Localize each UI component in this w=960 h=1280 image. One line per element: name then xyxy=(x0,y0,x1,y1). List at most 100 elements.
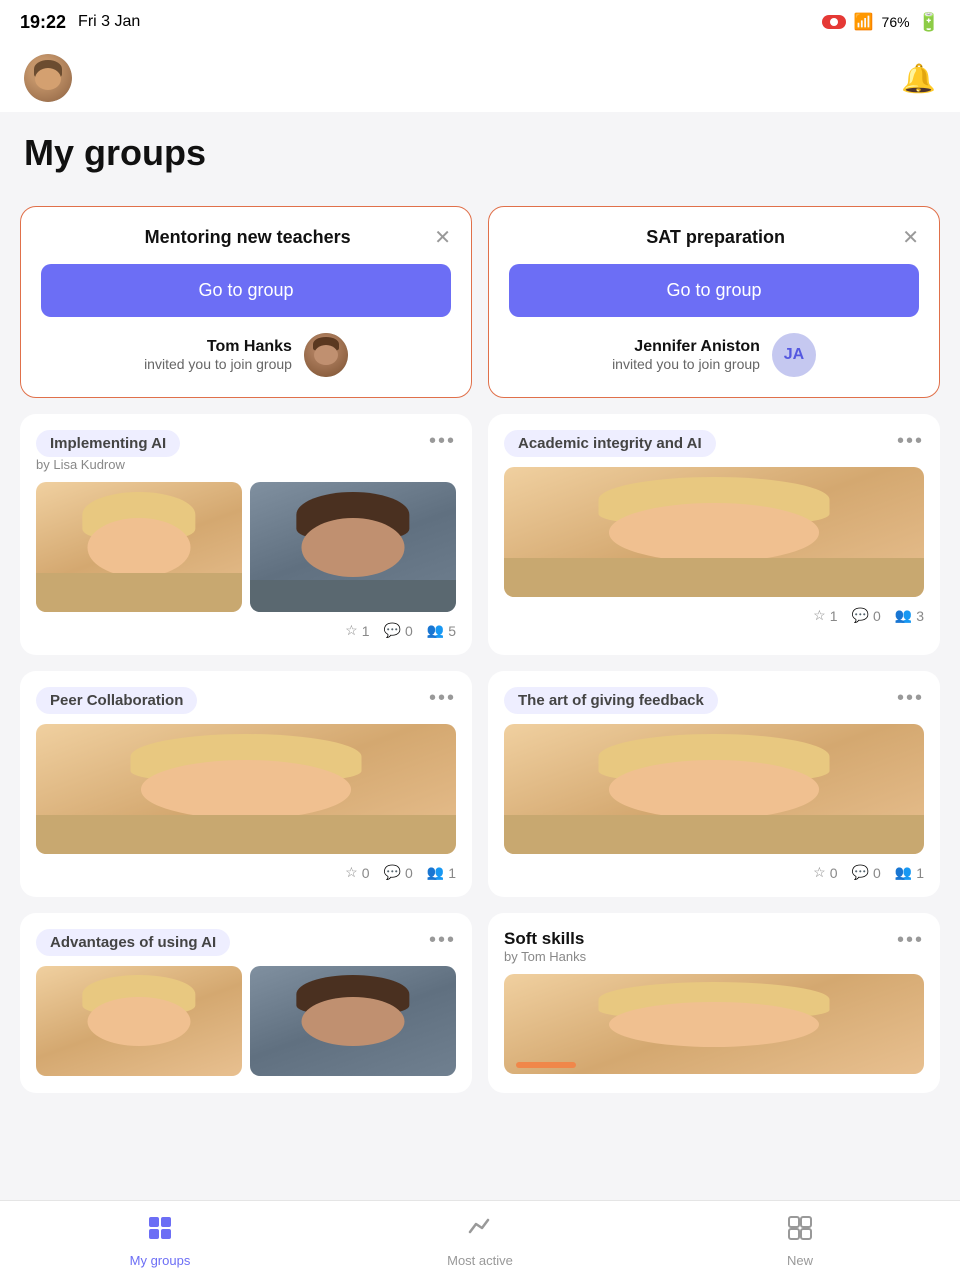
group-card-peer-collab[interactable]: Peer Collaboration ••• ☆ 0 💬 0 👥 1 xyxy=(20,671,472,897)
most-active-icon xyxy=(466,1214,494,1249)
group-tag-academic-integrity: Academic integrity and AI xyxy=(504,430,716,457)
group-card-header-soft-skills: Soft skills by Tom Hanks ••• xyxy=(504,929,924,964)
group-img-1-implementing-ai xyxy=(36,482,242,612)
close-invite-sat[interactable]: ✕ xyxy=(902,228,919,248)
invite-card-mentoring: Mentoring new teachers ✕ Go to group Tom… xyxy=(20,206,472,398)
invite-card-header-mentoring: Mentoring new teachers ✕ xyxy=(41,227,451,248)
group-card-header-advantages-ai: Advantages of using AI ••• xyxy=(36,929,456,956)
comments-art-feedback: 💬 0 xyxy=(852,864,881,881)
group-img-peer-collab xyxy=(36,724,456,854)
record-indicator xyxy=(822,15,846,29)
group-img-1-advantages-ai xyxy=(36,966,242,1076)
wifi-icon: 📶 xyxy=(854,12,874,32)
stars-academic-integrity: ☆ 1 xyxy=(813,607,837,624)
group-images-implementing-ai xyxy=(36,482,456,612)
invite-card-title-mentoring: Mentoring new teachers xyxy=(61,227,434,248)
go-to-group-sat[interactable]: Go to group xyxy=(509,264,919,317)
invite-card-sat: SAT preparation ✕ Go to group Jennifer A… xyxy=(488,206,940,398)
invite-card-title-sat: SAT preparation xyxy=(529,227,902,248)
group-card-academic-integrity[interactable]: Academic integrity and AI ••• ☆ 1 💬 0 👥 … xyxy=(488,414,940,655)
group-tag-implementing-ai: Implementing AI xyxy=(36,430,180,457)
group-img-2-advantages-ai xyxy=(250,966,456,1076)
inviter-name-sat: Jennifer Aniston xyxy=(612,338,760,356)
group-card-advantages-ai[interactable]: Advantages of using AI ••• xyxy=(20,913,472,1093)
group-stats-art-feedback: ☆ 0 💬 0 👥 1 xyxy=(504,864,924,881)
more-menu-art-feedback[interactable]: ••• xyxy=(897,687,924,710)
inviter-sub-mentoring: invited you to join group xyxy=(144,356,292,372)
group-images-peer-collab xyxy=(36,724,456,854)
group-img-academic-integrity xyxy=(504,467,924,597)
group-card-header-implementing-ai: Implementing AI by Lisa Kudrow ••• xyxy=(36,430,456,472)
invite-person-info-mentoring: Tom Hanks invited you to join group xyxy=(144,338,292,372)
status-time: 19:22 xyxy=(20,12,66,33)
group-title-row-implementing-ai: Implementing AI by Lisa Kudrow xyxy=(36,430,180,472)
invite-footer-mentoring: Tom Hanks invited you to join group xyxy=(41,333,451,377)
stars-art-feedback: ☆ 0 xyxy=(813,864,837,881)
group-card-header-peer-collab: Peer Collaboration ••• xyxy=(36,687,456,714)
group-card-header-art-feedback: The art of giving feedback ••• xyxy=(504,687,924,714)
status-bar: 19:22 Fri 3 Jan 📶 76% 🔋 xyxy=(0,0,960,44)
nav-label-most-active: Most active xyxy=(447,1253,513,1268)
cards-grid: Mentoring new teachers ✕ Go to group Tom… xyxy=(20,206,940,1093)
invite-person-info-sat: Jennifer Aniston invited you to join gro… xyxy=(612,338,760,372)
page-title: My groups xyxy=(0,112,960,190)
group-stats-peer-collab: ☆ 0 💬 0 👥 1 xyxy=(36,864,456,881)
group-byline-implementing-ai: by Lisa Kudrow xyxy=(36,457,180,472)
user-avatar[interactable] xyxy=(24,54,72,102)
nav-item-most-active[interactable]: Most active xyxy=(320,1201,640,1280)
battery-icon: 🔋 xyxy=(918,12,940,33)
group-tag-peer-collab: Peer Collaboration xyxy=(36,687,197,714)
close-invite-mentoring[interactable]: ✕ xyxy=(434,228,451,248)
more-menu-advantages-ai[interactable]: ••• xyxy=(429,929,456,952)
nav-item-my-groups[interactable]: My groups xyxy=(0,1201,320,1280)
group-byline-soft-skills: by Tom Hanks xyxy=(504,949,586,964)
go-to-group-mentoring[interactable]: Go to group xyxy=(41,264,451,317)
record-dot xyxy=(830,18,838,26)
more-menu-soft-skills[interactable]: ••• xyxy=(897,929,924,952)
group-images-soft-skills xyxy=(504,974,924,1074)
group-img-2-implementing-ai xyxy=(250,482,456,612)
nav-item-new[interactable]: New xyxy=(640,1201,960,1280)
more-menu-peer-collab[interactable]: ••• xyxy=(429,687,456,710)
nav-label-my-groups: My groups xyxy=(130,1253,191,1268)
status-right-icons: 📶 76% 🔋 xyxy=(822,12,940,33)
stars-peer-collab: ☆ 0 xyxy=(345,864,369,881)
battery-percent: 76% xyxy=(882,14,910,30)
inviter-photo-mentoring xyxy=(304,333,348,377)
group-img-soft-skills xyxy=(504,974,924,1074)
members-art-feedback: 👥 1 xyxy=(895,864,924,881)
group-images-art-feedback xyxy=(504,724,924,854)
group-card-soft-skills[interactable]: Soft skills by Tom Hanks ••• xyxy=(488,913,940,1093)
group-images-academic-integrity xyxy=(504,467,924,597)
notification-bell-icon[interactable]: 🔔 xyxy=(901,62,936,95)
group-stats-implementing-ai: ☆ 1 💬 0 👥 5 xyxy=(36,622,456,639)
stars-implementing-ai: ☆ 1 xyxy=(345,622,369,639)
members-academic-integrity: 👥 3 xyxy=(895,607,924,624)
group-images-advantages-ai xyxy=(36,966,456,1076)
inviter-avatar-sat: JA xyxy=(772,333,816,377)
group-title-soft-skills: Soft skills xyxy=(504,929,586,949)
avatar-image xyxy=(24,54,72,102)
inviter-initials-sat: JA xyxy=(784,346,804,364)
invite-card-header-sat: SAT preparation ✕ xyxy=(509,227,919,248)
more-menu-academic-integrity[interactable]: ••• xyxy=(897,430,924,453)
members-implementing-ai: 👥 5 xyxy=(427,622,456,639)
inviter-name-mentoring: Tom Hanks xyxy=(144,338,292,356)
new-icon xyxy=(786,1214,814,1249)
group-img-art-feedback xyxy=(504,724,924,854)
my-groups-icon xyxy=(146,1214,174,1249)
group-card-header-academic-integrity: Academic integrity and AI ••• xyxy=(504,430,924,457)
comments-peer-collab: 💬 0 xyxy=(384,864,413,881)
inviter-avatar-mentoring xyxy=(304,333,348,377)
more-menu-implementing-ai[interactable]: ••• xyxy=(429,430,456,453)
group-card-art-feedback[interactable]: The art of giving feedback ••• ☆ 0 💬 0 👥… xyxy=(488,671,940,897)
comments-academic-integrity: 💬 0 xyxy=(852,607,881,624)
group-tag-art-feedback: The art of giving feedback xyxy=(504,687,718,714)
invite-footer-sat: Jennifer Aniston invited you to join gro… xyxy=(509,333,919,377)
group-stats-academic-integrity: ☆ 1 💬 0 👥 3 xyxy=(504,607,924,624)
group-card-implementing-ai[interactable]: Implementing AI by Lisa Kudrow ••• xyxy=(20,414,472,655)
group-title-row-soft-skills: Soft skills by Tom Hanks xyxy=(504,929,586,964)
group-tag-advantages-ai: Advantages of using AI xyxy=(36,929,230,956)
nav-label-new: New xyxy=(787,1253,813,1268)
bottom-nav: My groups Most active New xyxy=(0,1200,960,1280)
